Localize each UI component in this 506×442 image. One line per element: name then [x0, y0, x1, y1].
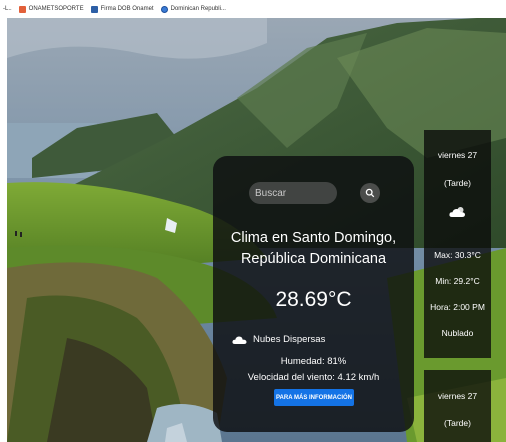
bookmark-label: -L.. — [3, 6, 12, 12]
condition-text: Nubes Dispersas — [253, 334, 326, 345]
bookmark-label: Firma DOB Onamet — [100, 6, 154, 12]
document-icon — [90, 5, 98, 13]
temperature-value: 28.69°C — [275, 288, 352, 311]
city-line-1: Clima en Santo Domingo, — [230, 230, 397, 246]
forecast-period: (Tarde) — [444, 178, 471, 188]
bookmark-app-icon — [18, 5, 26, 13]
city-line-2: República Dominicana — [240, 251, 387, 267]
search-input[interactable] — [249, 182, 337, 204]
city-title: Clima en Santo Domingo, República Domini… — [213, 228, 414, 270]
forecast-day: viernes 27 — [437, 391, 478, 401]
weather-card: Clima en Santo Domingo, República Domini… — [213, 156, 414, 432]
forecast-weather-icon — [424, 206, 491, 220]
bookmark-item-firma[interactable]: Firma DOB Onamet — [90, 5, 154, 13]
forecast-card: viernes 27 (Tarde) — [424, 370, 491, 442]
bookmarks-bar: -L.. ONAMETSOPORTE Firma DOB Onamet Domi… — [0, 0, 506, 18]
globe-icon — [160, 5, 168, 13]
forecast-min: Min: 29.2°C — [435, 276, 480, 286]
cloudy-sun-icon — [448, 207, 465, 217]
more-info-button[interactable]: PARA MÁS INFORMACIÓN — [274, 389, 354, 406]
search-button[interactable] — [360, 183, 380, 203]
cloud-icon — [232, 336, 247, 344]
condition-row: Nubes Dispersas — [232, 334, 325, 345]
bookmark-item-onametsoporte[interactable]: ONAMETSOPORTE — [18, 5, 84, 13]
bookmark-label: Dominican Republi... — [170, 6, 226, 12]
search-icon — [365, 188, 375, 198]
forecast-card: viernes 27 (Tarde) Max: 30.3°C Min: 29.2… — [424, 130, 491, 358]
forecast-max: Max: 30.3°C — [434, 250, 481, 260]
wind-speed-text: Velocidad del viento: 4.12 km/h — [247, 372, 380, 383]
search-box — [249, 182, 337, 204]
humidity-text: Humedad: 81% — [280, 356, 347, 367]
bookmark-item-0[interactable]: -L.. — [3, 6, 12, 12]
forecast-description: Nublado — [441, 328, 474, 338]
forecast-hour: Hora: 2:00 PM — [430, 302, 485, 312]
forecast-period: (Tarde) — [444, 418, 471, 428]
forecast-day: viernes 27 — [437, 150, 478, 160]
bookmark-label: ONAMETSOPORTE — [28, 6, 84, 12]
bookmark-item-dominican[interactable]: Dominican Republi... — [160, 5, 226, 13]
